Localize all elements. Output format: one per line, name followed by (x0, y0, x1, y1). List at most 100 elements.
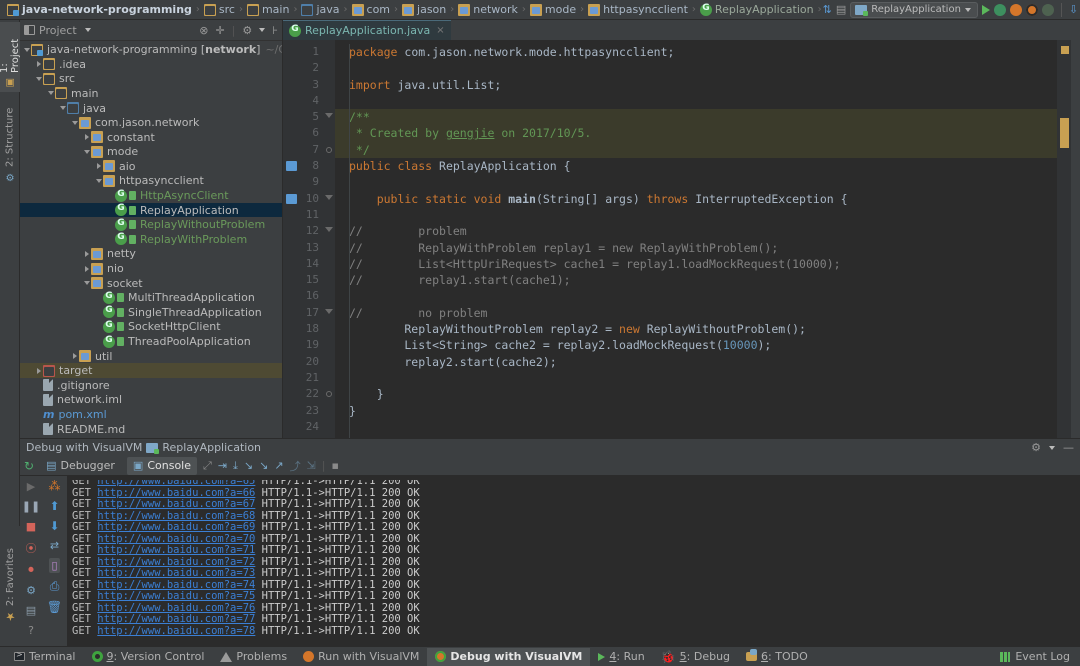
status-item-terminal[interactable]: Terminal (6, 648, 84, 666)
expand-arrow[interactable] (82, 250, 91, 257)
console-hyperlink[interactable]: http://www.baidu.com?a=69 (97, 521, 255, 533)
fold-marker[interactable] (323, 288, 335, 304)
code-line[interactable]: import java.util.List; (335, 77, 1057, 93)
tab-replayapplication-java[interactable]: ReplayApplication.java × (283, 20, 451, 40)
tree-node[interactable]: ThreadPoolApplication (20, 334, 282, 349)
tree-node[interactable]: constant (20, 130, 282, 145)
tree-node[interactable]: aio (20, 159, 282, 174)
line-number-gutter[interactable]: 1 2 3 4 5 6 7 8 9 10 11 12 13 14 15 16 17 18 19 20 21 22 23 24 (283, 40, 323, 438)
console-output[interactable]: GET http://www.baidu.com?a=65 HTTP/1.1->… (68, 476, 1080, 646)
pin-tab-icon[interactable]: ⤢ (203, 459, 212, 473)
tree-node[interactable]: httpasyncclient (20, 174, 282, 189)
breadcrumb-item-jason[interactable]: jason (399, 1, 449, 19)
status-item-run-with-visualvm[interactable]: Run with VisualVM (295, 648, 427, 666)
close-icon[interactable]: × (436, 25, 444, 36)
print-icon[interactable]: ⎙ (50, 579, 60, 594)
fold-marker[interactable] (323, 337, 335, 353)
code-line[interactable]: ReplayWithoutProblem replay2 = new Repla… (335, 321, 1057, 337)
clear-all-icon[interactable]: 🗑 (47, 600, 62, 614)
console-hyperlink[interactable]: http://www.baidu.com?a=65 (97, 480, 255, 487)
tree-node[interactable]: com.jason.network (20, 115, 282, 130)
code-line[interactable]: // no problem (335, 305, 1057, 321)
status-item-problems[interactable]: Problems (212, 648, 295, 666)
help-icon[interactable]: ? (28, 624, 34, 637)
tree-node[interactable]: ReplayWithoutProblem (20, 217, 282, 232)
tree-node[interactable]: nio (20, 261, 282, 276)
fold-marker[interactable] (323, 125, 335, 141)
code-line[interactable]: * Created by gengjie on 2017/10/5. (335, 125, 1057, 142)
stop-icon[interactable]: ■ (26, 520, 36, 533)
console-hyperlink[interactable]: http://www.baidu.com?a=74 (97, 579, 255, 591)
breadcrumb-item-httpasyncclient[interactable]: httpasyncclient (585, 1, 691, 19)
code-line[interactable]: public static void main(String[] args) t… (335, 191, 1057, 207)
expand-arrow[interactable] (58, 106, 67, 110)
vcs-update-icon[interactable]: ⇩ (1069, 3, 1078, 16)
tree-node[interactable]: SingleThreadApplication (20, 305, 282, 320)
breadcrumb-item-com[interactable]: com (349, 1, 394, 19)
step-into-icon[interactable]: ↘ (244, 459, 253, 472)
code-line[interactable]: List<String> cache2 = replay2.loadMockRe… (335, 337, 1057, 353)
breadcrumb-item-mode[interactable]: mode (527, 1, 579, 19)
fold-marker[interactable] (323, 77, 335, 93)
marker-caret[interactable] (1060, 118, 1069, 148)
fold-marker[interactable] (323, 109, 335, 125)
settings-icon[interactable]: ⚙ (26, 584, 36, 597)
chevron-down-icon[interactable] (84, 28, 91, 33)
code-line[interactable]: public class ReplayApplication { (335, 158, 1057, 174)
code-line[interactable] (335, 174, 1057, 190)
expand-arrow[interactable] (82, 265, 91, 272)
rerun-button[interactable] (1041, 3, 1054, 16)
tree-node[interactable]: README.md (20, 422, 282, 437)
scroll-up-icon[interactable]: ⬆ (49, 499, 59, 513)
code-line[interactable]: } (335, 386, 1057, 402)
code-line[interactable] (335, 207, 1057, 223)
rerun-icon[interactable]: ↻ (24, 459, 34, 473)
fold-marker[interactable] (323, 305, 335, 321)
console-hyperlink[interactable]: http://www.baidu.com?a=77 (97, 613, 255, 625)
expand-arrow[interactable] (22, 47, 31, 52)
fold-marker[interactable] (323, 158, 335, 174)
code-line[interactable]: // ReplayWithProblem replay1 = new Repla… (335, 240, 1057, 256)
code-line[interactable]: replay2.start(cache2); (335, 354, 1057, 370)
console-hyperlink[interactable]: http://www.baidu.com?a=78 (97, 625, 255, 637)
view-breakpoints-icon[interactable]: ⦿ (26, 540, 37, 556)
console-hyperlink[interactable]: http://www.baidu.com?a=73 (97, 567, 255, 579)
console-hyperlink[interactable]: http://www.baidu.com?a=71 (97, 544, 255, 556)
status-item-debug[interactable]: 🐞 5: Debug (653, 648, 738, 666)
code-text-area[interactable]: package com.jason.network.mode.httpasync… (335, 40, 1057, 438)
fold-marker[interactable] (323, 191, 335, 207)
tree-node[interactable]: socket (20, 276, 282, 291)
debug-button[interactable] (993, 3, 1006, 16)
fold-marker[interactable] (323, 174, 335, 190)
pin-tab-icon[interactable]: ▤ (26, 604, 36, 617)
code-line[interactable] (335, 60, 1057, 76)
fold-marker[interactable] (323, 386, 335, 402)
code-line[interactable] (335, 93, 1057, 109)
layout-icon[interactable]: ▤ (836, 3, 846, 16)
status-item-debug-with-visualvm[interactable]: Debug with VisualVM (427, 647, 591, 666)
error-stripe-marker-bar[interactable] (1057, 40, 1071, 438)
code-line[interactable] (335, 419, 1057, 435)
fold-marker[interactable] (323, 321, 335, 337)
console-hyperlink[interactable]: http://www.baidu.com?a=76 (97, 602, 255, 614)
fold-marker[interactable] (323, 403, 335, 419)
breadcrumb-item-project[interactable]: java-network-programming (4, 1, 195, 19)
expand-arrow[interactable] (34, 76, 43, 81)
code-line[interactable]: /** (335, 109, 1057, 126)
project-tree[interactable]: java-network-programming [network] ~/Code… (20, 41, 282, 438)
code-line[interactable]: // replay1.start(cache1); (335, 272, 1057, 288)
console-hyperlink[interactable]: http://www.baidu.com?a=75 (97, 590, 255, 602)
resume-program-icon[interactable]: ▶ (27, 480, 35, 493)
fold-marker[interactable] (323, 256, 335, 272)
expand-arrow[interactable] (82, 134, 91, 141)
fold-marker[interactable] (323, 419, 335, 435)
fold-marker[interactable] (323, 60, 335, 76)
scroll-from-source-icon[interactable]: ✛ (215, 24, 224, 37)
code-line[interactable]: package com.jason.network.mode.httpasync… (335, 44, 1057, 60)
chevron-down-icon[interactable] (1049, 445, 1055, 450)
tree-node[interactable]: SocketHttpClient (20, 320, 282, 335)
expand-arrow[interactable] (46, 91, 55, 96)
status-item-run[interactable]: 4: Run (590, 648, 652, 666)
gear-icon[interactable]: ⚙ (242, 24, 252, 37)
run-class-icon[interactable] (286, 161, 297, 172)
